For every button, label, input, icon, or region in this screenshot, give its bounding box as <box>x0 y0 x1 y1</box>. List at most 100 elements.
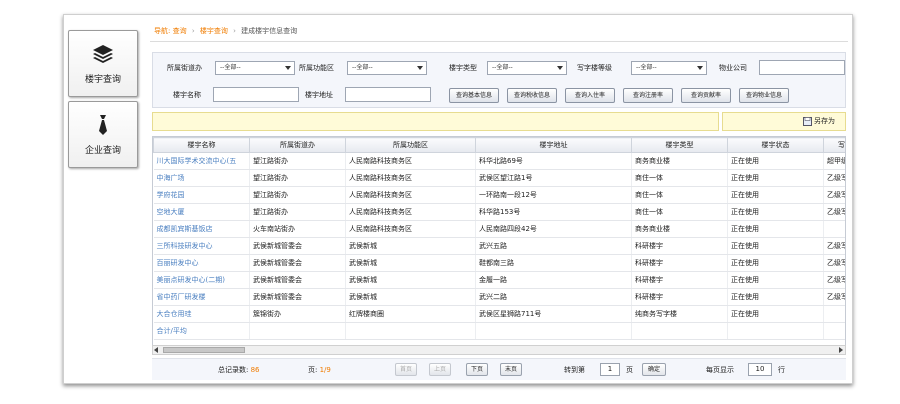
table-cell: 火车南站街办 <box>249 220 346 238</box>
table-cell: 人民南路科技商务区 <box>345 220 476 238</box>
street-select[interactable]: --全部-- <box>215 61 295 75</box>
table-cell: 武侯新城管委会 <box>249 254 346 272</box>
total-records: 总记录数: 86 <box>218 365 260 375</box>
table-cell: 商住一体 <box>631 169 728 187</box>
table-cell: 超甲级写字楼 <box>823 152 845 170</box>
per-page-label: 每页显示 <box>706 366 734 374</box>
table-cell: 簇锦街办 <box>249 305 346 323</box>
table-cell: 科华北路69号 <box>475 152 632 170</box>
table-row[interactable]: 省中药厂研发楼武侯新城管委会武侯新城武兴二路科研楼宇正在使用乙级写字楼 <box>153 288 845 306</box>
scrollbar-thumb[interactable] <box>163 347 245 353</box>
table-cell: 人民南路科技商务区 <box>345 152 476 170</box>
table-row[interactable]: 百丽研发中心武侯新城管委会武侯新城鞋都南三路科研楼宇正在使用乙级写字楼 <box>153 254 845 272</box>
table-cell <box>631 322 728 340</box>
building-name-link[interactable]: 百丽研发中心 <box>153 254 250 272</box>
grade-label: 写字楼等级 <box>577 64 612 72</box>
next-page-button[interactable]: 下页 <box>466 363 488 376</box>
scroll-left-icon[interactable] <box>154 347 158 353</box>
zone-label: 所属功能区 <box>299 64 334 72</box>
table-row[interactable]: 学府花园望江路街办人民南路科技商务区一环路南一段12号商住一体正在使用乙级写字楼 <box>153 186 845 204</box>
table-cell: 正在使用 <box>727 152 824 170</box>
table-header-row: 楼宇名称 所属街道办 所属功能区 楼宇地址 楼宇类型 楼宇状态 写字楼 <box>153 137 845 153</box>
breadcrumb: 导航: 查询 › 楼宇查询 › 建成楼宇信息查询 <box>154 26 297 36</box>
table-row[interactable]: 中海广场望江路街办人民南路科技商务区武侯区望江路1号商住一体正在使用乙级写字楼 <box>153 169 845 187</box>
table-cell: 人民南路科技商务区 <box>345 203 476 221</box>
table-cell: 正在使用 <box>727 169 824 187</box>
building-name-link[interactable]: 学府花园 <box>153 186 250 204</box>
sidebar-item-enterprise-query[interactable]: 企业查询 <box>68 101 138 168</box>
table-cell: 红牌楼商圈 <box>345 305 476 323</box>
first-page-button[interactable]: 首页 <box>395 363 417 376</box>
query-contribution-button[interactable]: 查询贡献率 <box>681 88 731 103</box>
table-cell: 武侯新城管委会 <box>249 237 346 255</box>
table-cell: 金履一路 <box>475 271 632 289</box>
table-cell: 武侯区望江路1号 <box>475 169 632 187</box>
building-name-link[interactable]: 川大国际学术交流中心(五 <box>153 152 250 170</box>
table-cell <box>823 220 845 238</box>
type-select[interactable]: --全部-- <box>487 61 567 75</box>
table-row[interactable]: 大合仓用珪 簇锦街办 红牌楼商圈 武侯区星狮路711号 纯商务写字楼 正在使用 <box>153 305 845 323</box>
building-name-link[interactable]: 大合仓用珪 <box>153 305 250 323</box>
column-header[interactable]: 楼宇名称 <box>153 137 250 153</box>
query-registration-button[interactable]: 查询注册率 <box>623 88 673 103</box>
column-header[interactable]: 写字楼 <box>823 137 845 153</box>
chevron-down-icon <box>285 66 291 70</box>
horizontal-scrollbar[interactable] <box>152 345 846 355</box>
goto-unit: 页 <box>626 366 633 374</box>
breadcrumb-item-query[interactable]: 查询 <box>173 27 187 35</box>
table-cell <box>823 305 845 323</box>
name-input[interactable] <box>213 87 299 102</box>
prev-page-button[interactable]: 上页 <box>429 363 451 376</box>
per-page-input[interactable]: 10 <box>748 363 772 376</box>
goto-page-input[interactable]: 1 <box>600 363 620 376</box>
table-cell: 武侯新城 <box>345 237 476 255</box>
column-header[interactable]: 楼宇类型 <box>631 137 728 153</box>
table-row[interactable]: 三所科技研发中心武侯新城管委会武侯新城武兴五路科研楼宇正在使用乙级写字楼 <box>153 237 845 255</box>
divider <box>150 41 848 42</box>
table-row[interactable]: 空地大厦望江路街办人民南路科技商务区科华路153号商住一体正在使用乙级写字楼 <box>153 203 845 221</box>
table-cell: 乙级写字楼 <box>823 186 845 204</box>
last-page-button[interactable]: 末页 <box>500 363 522 376</box>
zone-select[interactable]: --全部-- <box>347 61 427 75</box>
breadcrumb-item-building-query[interactable]: 楼宇查询 <box>200 27 228 35</box>
scroll-right-icon[interactable] <box>839 347 843 353</box>
query-basic-button[interactable]: 查询基本信息 <box>449 88 499 103</box>
building-name-link[interactable]: 中海广场 <box>153 169 250 187</box>
query-property-button[interactable]: 查询物业信息 <box>739 88 789 103</box>
table-total-row: 合计/平均 <box>153 322 845 340</box>
save-as-button[interactable]: 另存为 <box>803 116 835 126</box>
grade-select[interactable]: --全部-- <box>631 61 707 75</box>
pager: 总记录数: 86 页: 1/9 首页 上页 下页 末页 转到第 1 页 确定 每… <box>152 358 846 380</box>
chevron-down-icon <box>557 66 563 70</box>
table-cell: 武兴五路 <box>475 237 632 255</box>
table-row[interactable]: 成都凯宾斯基饭店 火车南站街办 人民南路科技商务区 人民南路四段42号 商务商业楼 正在使… <box>153 220 845 238</box>
table-cell: 武侯新城 <box>345 254 476 272</box>
table-cell: 商务商业楼 <box>631 220 728 238</box>
column-header[interactable]: 楼宇地址 <box>475 137 632 153</box>
confirm-button[interactable]: 确定 <box>642 363 666 376</box>
table-row[interactable]: 川大国际学术交流中心(五 望江路街办 人民南路科技商务区 科华北路69号 商务商业楼 正在… <box>153 152 845 170</box>
breadcrumb-current: 建成楼宇信息查询 <box>241 27 298 35</box>
table-cell <box>727 322 824 340</box>
building-name-link[interactable]: 省中药厂研发楼 <box>153 288 250 306</box>
table-cell: 正在使用 <box>727 254 824 272</box>
table-cell: 正在使用 <box>727 271 824 289</box>
property-input[interactable] <box>759 60 845 75</box>
building-name-link[interactable]: 三所科技研发中心 <box>153 237 250 255</box>
table-cell: 人民南路四段42号 <box>475 220 632 238</box>
total-records-label: 总记录数: <box>218 366 249 374</box>
building-name-link[interactable]: 美丽点研发中心(二期) <box>153 271 250 289</box>
address-input[interactable] <box>345 87 431 102</box>
column-header[interactable]: 所属街道办 <box>249 137 346 153</box>
name-label: 楼宇名称 <box>173 91 201 99</box>
query-tax-button[interactable]: 查询税收信息 <box>507 88 557 103</box>
building-name-link[interactable]: 成都凯宾斯基饭店 <box>153 220 250 238</box>
sidebar-item-building-query[interactable]: 楼宇查询 <box>68 30 138 97</box>
building-name-link[interactable]: 空地大厦 <box>153 203 250 221</box>
column-header[interactable]: 楼宇状态 <box>727 137 824 153</box>
per-page-unit: 行 <box>778 366 785 374</box>
query-occupancy-button[interactable]: 查询入住率 <box>565 88 615 103</box>
table-cell: 科华路153号 <box>475 203 632 221</box>
table-row[interactable]: 美丽点研发中心(二期)武侯新城管委会武侯新城金履一路科研楼宇正在使用乙级写字楼 <box>153 271 845 289</box>
column-header[interactable]: 所属功能区 <box>345 137 476 153</box>
